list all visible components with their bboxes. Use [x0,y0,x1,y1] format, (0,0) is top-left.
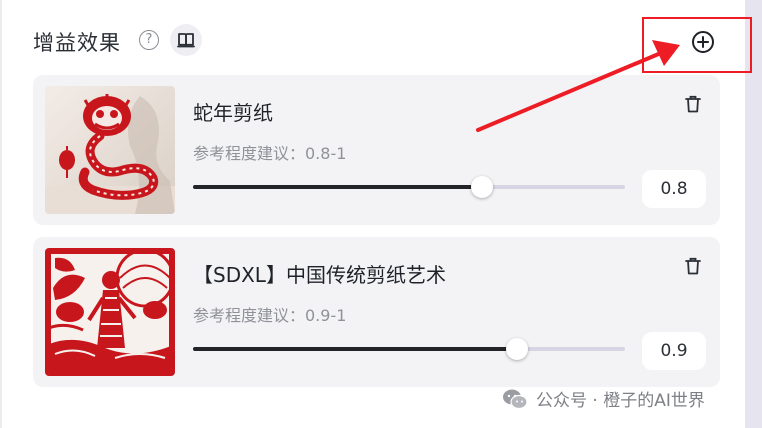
book-icon[interactable] [170,24,202,56]
trash-icon-glyph [685,95,701,113]
slider-handle[interactable] [506,338,528,360]
effect-card: 【SDXL】中国传统剪纸艺术 参考程度建议：0.9-1 0.9 [33,237,720,387]
effect-hint: 参考程度建议：0.9-1 [193,306,347,325]
slider-handle[interactable] [471,176,494,198]
effects-panel: 增益效果 ? 蛇年剪纸 参考程度建议：0.8-1 0.8 【SDXL】中国传统剪… [0,0,745,428]
effect-thumbnail-snake[interactable] [45,86,175,214]
effect-title: 蛇年剪纸 [193,101,273,125]
watermark: 公众号 · 橙子的AI世界 [502,386,705,411]
paper-cut-girl-image [45,248,175,376]
slider-fill [193,185,483,189]
effect-card: 蛇年剪纸 参考程度建议：0.8-1 0.8 [33,75,720,225]
strength-value-input[interactable]: 0.8 [642,170,706,208]
paper-cut-snake-image [45,86,175,214]
help-icon[interactable]: ? [139,30,159,50]
slider-fill [193,347,517,351]
watermark-text: 公众号 · 橙子的AI世界 [536,391,705,411]
strength-slider[interactable] [193,338,625,360]
trash-icon[interactable] [685,257,701,275]
strength-value-input[interactable]: 0.9 [642,332,706,370]
wechat-icon [503,389,528,409]
panel-left-border [0,0,2,428]
strength-slider[interactable] [193,176,625,198]
trash-icon[interactable] [685,95,701,113]
book-icon-glyph [177,33,195,48]
section-title: 增益效果 [33,31,121,55]
effect-hint: 参考程度建议：0.8-1 [193,144,347,163]
effect-thumbnail-traditional[interactable] [45,248,175,376]
trash-icon-glyph [685,257,701,275]
annotation-highlight-box [642,17,752,73]
effect-title: 【SDXL】中国传统剪纸艺术 [193,263,446,287]
